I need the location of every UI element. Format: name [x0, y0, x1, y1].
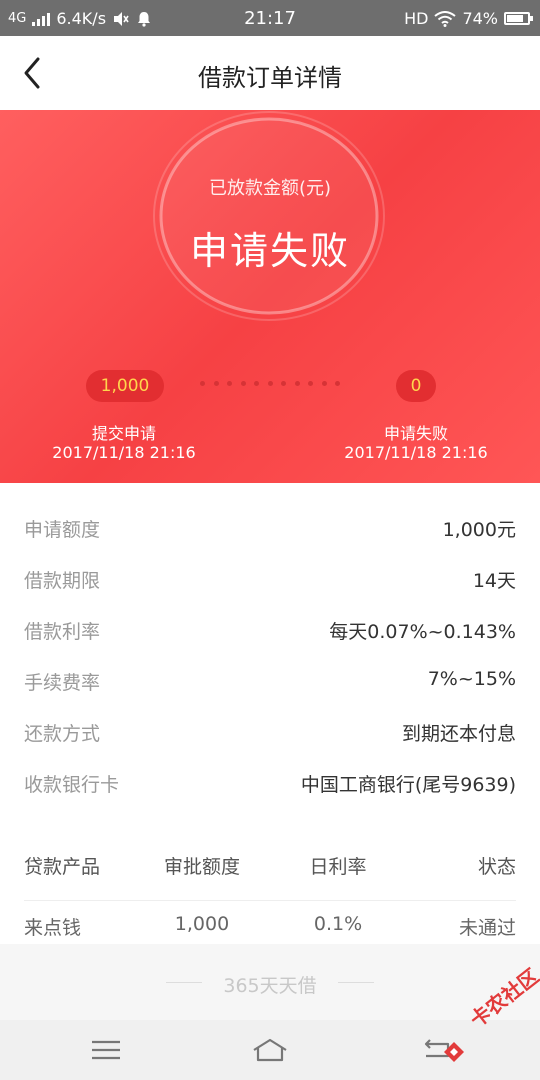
- loan-details: 申请额度 1,000元 借款期限 14天 借款利率 每天0.07%~0.143%…: [0, 502, 540, 808]
- column-header: 日利率: [309, 856, 367, 878]
- daily-rate: 0.1%: [313, 913, 363, 935]
- step-failed-title: 申请失败: [383, 424, 448, 443]
- detail-value: 7%~15%: [427, 668, 516, 690]
- submitted-amount-badge: 1,000: [86, 370, 164, 402]
- detail-label: 借款期限: [24, 570, 101, 592]
- title-bar: 借款订单详情: [0, 36, 540, 110]
- page-title: 借款订单详情: [198, 64, 342, 92]
- product-name: 来点钱: [24, 917, 82, 939]
- amount-label: 已放款金额(元): [208, 178, 332, 199]
- detail-label: 收款银行卡: [24, 774, 120, 796]
- column-header: 贷款产品: [24, 856, 101, 878]
- detail-value: 到期还本付息: [401, 723, 516, 745]
- detail-label: 还款方式: [24, 723, 101, 745]
- loaned-amount-badge: 0: [396, 370, 436, 402]
- detail-row: 借款利率 每天0.07%~0.143%: [0, 604, 540, 655]
- status-ring: [153, 111, 385, 321]
- hd-label: HD: [404, 9, 429, 28]
- detail-value: 中国工商银行(尾号9639): [300, 774, 516, 796]
- menu-icon[interactable]: [86, 1034, 126, 1066]
- detail-value: 每天0.07%~0.143%: [329, 621, 516, 643]
- detail-label: 手续费率: [24, 672, 101, 694]
- status-hero: 已放款金额(元) 申请失败 1,000 0 提交申请 2017/11/18 21…: [0, 110, 540, 483]
- loan-product-table: 贷款产品 审批额度 日利率 状态 来点钱 1,000 0.1% 未通过: [0, 840, 540, 961]
- home-icon[interactable]: [250, 1034, 290, 1066]
- progress-dots: [200, 381, 340, 391]
- divider: [338, 982, 374, 983]
- detail-row: 借款期限 14天: [0, 553, 540, 604]
- battery-percent: 74%: [462, 9, 498, 28]
- detail-row: 还款方式 到期还本付息: [0, 706, 540, 757]
- detail-row: 手续费率 7%~15%: [0, 655, 540, 706]
- detail-value: 1,000元: [442, 519, 516, 541]
- step-submit-title: 提交申请: [91, 424, 156, 443]
- table-header: 贷款产品 审批额度 日利率 状态: [24, 840, 516, 901]
- status-right: HD 74%: [404, 9, 533, 28]
- approved-amount: 1,000: [174, 913, 230, 935]
- detail-row: 收款银行卡 中国工商银行(尾号9639): [0, 757, 540, 808]
- product-status: 未通过: [458, 917, 516, 939]
- wifi-icon: [434, 10, 457, 27]
- column-header: 审批额度: [163, 856, 241, 878]
- step-submit-date: 2017/11/18 21:16: [52, 443, 196, 462]
- status-bar: 4G 6.4K/s 21:17 HD 74%: [0, 0, 540, 36]
- application-status: 申请失败: [189, 229, 350, 273]
- step-failed-date: 2017/11/18 21:16: [344, 443, 488, 462]
- battery-icon: [504, 12, 533, 25]
- detail-label: 申请额度: [24, 519, 101, 541]
- detail-row: 申请额度 1,000元: [0, 502, 540, 553]
- detail-value: 14天: [472, 570, 516, 592]
- detail-label: 借款利率: [24, 621, 101, 643]
- column-header: 状态: [477, 856, 516, 878]
